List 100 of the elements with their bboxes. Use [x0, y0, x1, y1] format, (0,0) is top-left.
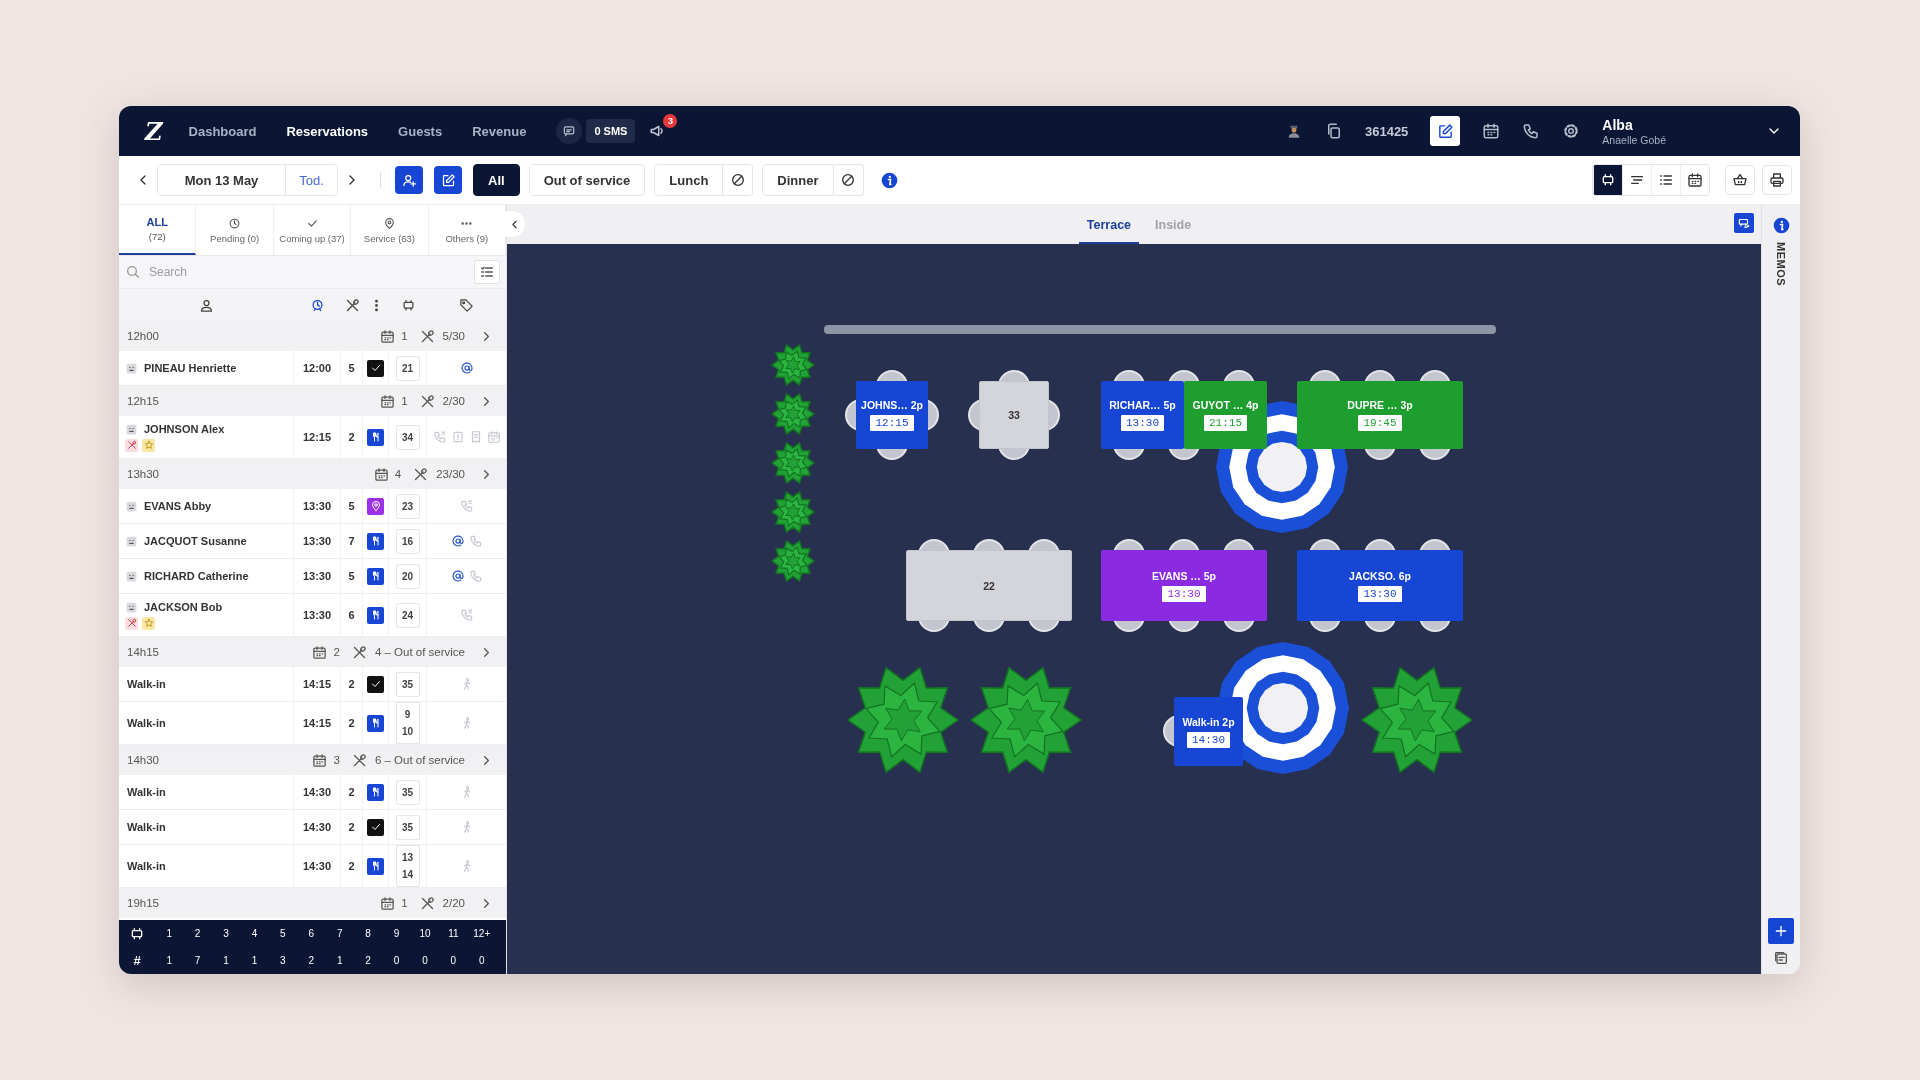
time-slot-header[interactable]: 12h15 1 2/30: [119, 386, 506, 416]
status-badge[interactable]: [367, 675, 384, 693]
status-tab[interactable]: ALL (72): [119, 205, 197, 255]
status-badge[interactable]: [367, 606, 384, 624]
switch-plan-button[interactable]: [1734, 213, 1754, 233]
status-badge[interactable]: [367, 783, 384, 801]
reservation-row[interactable]: Walk-in 14:30 2 13 14: [119, 845, 506, 888]
table-number[interactable]: 35: [395, 814, 420, 840]
booked-table[interactable]: JACKSO. 6p 13:30: [1297, 550, 1463, 621]
time-slot-header[interactable]: 14h15 2 4 – Out of service: [119, 637, 506, 667]
date-field[interactable]: Mon 13 May: [157, 164, 286, 196]
memo-icon[interactable]: [1773, 950, 1789, 966]
table-number[interactable]: 21: [395, 355, 420, 381]
disable-service-button[interactable]: [833, 164, 864, 196]
free-table[interactable]: 22: [906, 550, 1072, 621]
table-number[interactable]: 16: [395, 528, 420, 554]
memos-label[interactable]: MEMOS: [1775, 242, 1787, 287]
guest-name: JOHNSON Alex: [144, 423, 225, 435]
reservation-row[interactable]: Walk-in 14:30 2 35: [119, 775, 506, 810]
alarm-clock-icon[interactable]: [310, 297, 325, 313]
email-icon[interactable]: [459, 361, 474, 375]
free-table[interactable]: 33: [979, 381, 1049, 449]
time-slot-header[interactable]: 13h30 4 23/30: [119, 459, 506, 489]
size-count: 1: [223, 955, 229, 966]
add-memo-button[interactable]: [1768, 918, 1794, 944]
sort-list-icon: [479, 264, 495, 280]
settings-icon[interactable]: [1562, 122, 1581, 140]
new-booking-button[interactable]: [434, 166, 462, 194]
size-count: 0: [422, 955, 428, 966]
print-button[interactable]: [1762, 165, 1792, 195]
filter-button[interactable]: Lunch: [654, 164, 724, 196]
app-logo[interactable]: Z: [145, 116, 163, 146]
table-number[interactable]: 35: [395, 671, 420, 697]
email-icon[interactable]: [450, 569, 465, 583]
status-badge[interactable]: [367, 359, 384, 377]
booked-table[interactable]: EVANS … 5p 13:30: [1101, 550, 1267, 621]
reservation-row[interactable]: JACQUOT Susanne 13:30 7 16: [119, 524, 506, 559]
cutlery-icon[interactable]: [344, 297, 360, 313]
edit-icon: [1436, 122, 1454, 140]
table-number[interactable]: 9 10: [395, 702, 420, 744]
search-field[interactable]: Search: [119, 256, 468, 288]
status-badge[interactable]: [367, 567, 384, 585]
time-slot-header[interactable]: 14h30 3 6 – Out of service: [119, 745, 506, 775]
disable-service-button[interactable]: [723, 164, 754, 196]
sort-button[interactable]: [474, 260, 500, 284]
filter-button[interactable]: All: [473, 164, 520, 196]
email-icon[interactable]: [450, 534, 465, 548]
booked-table[interactable]: RICHAR… 5p 13:30: [1101, 381, 1184, 449]
tag-icon[interactable]: [459, 297, 474, 313]
basket-button[interactable]: [1725, 165, 1755, 195]
filter-button[interactable]: Dinner: [762, 164, 834, 196]
guest-name: JACQUOT Susanne: [144, 535, 247, 547]
table-number[interactable]: 35: [395, 779, 420, 805]
table-number[interactable]: 23: [395, 493, 420, 519]
time-tag: 13:30: [1162, 585, 1206, 602]
table-number[interactable]: 13 14: [395, 845, 420, 887]
view-button[interactable]: [1680, 165, 1709, 195]
reservation-row[interactable]: RICHARD Catherine 13:30 5 20: [119, 559, 506, 594]
booked-table[interactable]: JOHNS… 2p 12:15: [856, 381, 928, 449]
table-number[interactable]: 34: [395, 424, 420, 450]
status-badge[interactable]: [367, 857, 384, 875]
search-input[interactable]: Search: [147, 264, 468, 280]
booked-table[interactable]: DUPRE … 3p 19:45: [1297, 381, 1463, 449]
reservation-row[interactable]: JOHNSON Alex 12:15 2 34: [119, 416, 506, 459]
reservation-row[interactable]: Walk-in 14:15 2 35: [119, 667, 506, 702]
booked-table[interactable]: GUYOT … 4p 21:15: [1184, 381, 1267, 449]
view-button[interactable]: [1593, 165, 1622, 195]
status-badge[interactable]: [367, 532, 384, 550]
calendar-icon[interactable]: [1482, 122, 1501, 140]
table-number[interactable]: 20: [395, 563, 420, 589]
table-icon[interactable]: [400, 297, 416, 313]
nav-link[interactable]: Revenue: [472, 123, 527, 139]
status-badge[interactable]: [367, 428, 384, 446]
nav-link[interactable]: Dashboard: [188, 123, 257, 139]
info-icon[interactable]: [1772, 217, 1790, 234]
chat-button[interactable]: [556, 118, 583, 144]
booked-table[interactable]: Walk-in 2p 14:30: [1174, 697, 1243, 766]
time-slot-header[interactable]: 12h00 1 5/30: [119, 321, 506, 351]
sms-counter[interactable]: 0 SMS: [586, 119, 636, 143]
phone-icon[interactable]: [1522, 122, 1541, 140]
today-button[interactable]: Tod.: [286, 164, 338, 196]
reservation-row[interactable]: JACKSON Bob 13:30 6 24: [119, 594, 506, 637]
user-name[interactable]: Alba: [1602, 116, 1666, 133]
filter-button[interactable]: Out of service: [528, 164, 646, 196]
edit-button[interactable]: [1430, 116, 1461, 146]
reservation-row[interactable]: Walk-in 14:15 2 9 10: [119, 702, 506, 745]
status-badge[interactable]: [367, 818, 384, 836]
reservation-row[interactable]: EVANS Abby 13:30 5 23: [119, 489, 506, 524]
nav-link[interactable]: Guests: [398, 123, 443, 139]
table-number[interactable]: 24: [395, 602, 420, 628]
time-slot-header[interactable]: 19h15 1 2/20: [119, 888, 506, 918]
add-guest-button[interactable]: [395, 166, 423, 194]
time-tag: 21:15: [1204, 415, 1247, 431]
reservation-row[interactable]: Walk-in 14:30 2 35: [119, 810, 506, 845]
reservation-row[interactable]: PINEAU Henriette 12:00 5 21: [119, 351, 506, 386]
info-icon[interactable]: [880, 171, 898, 189]
collapse-button[interactable]: [503, 211, 525, 237]
status-badge[interactable]: [367, 714, 384, 732]
person-icon[interactable]: [199, 297, 214, 313]
nav-link[interactable]: Reservations: [286, 123, 369, 139]
